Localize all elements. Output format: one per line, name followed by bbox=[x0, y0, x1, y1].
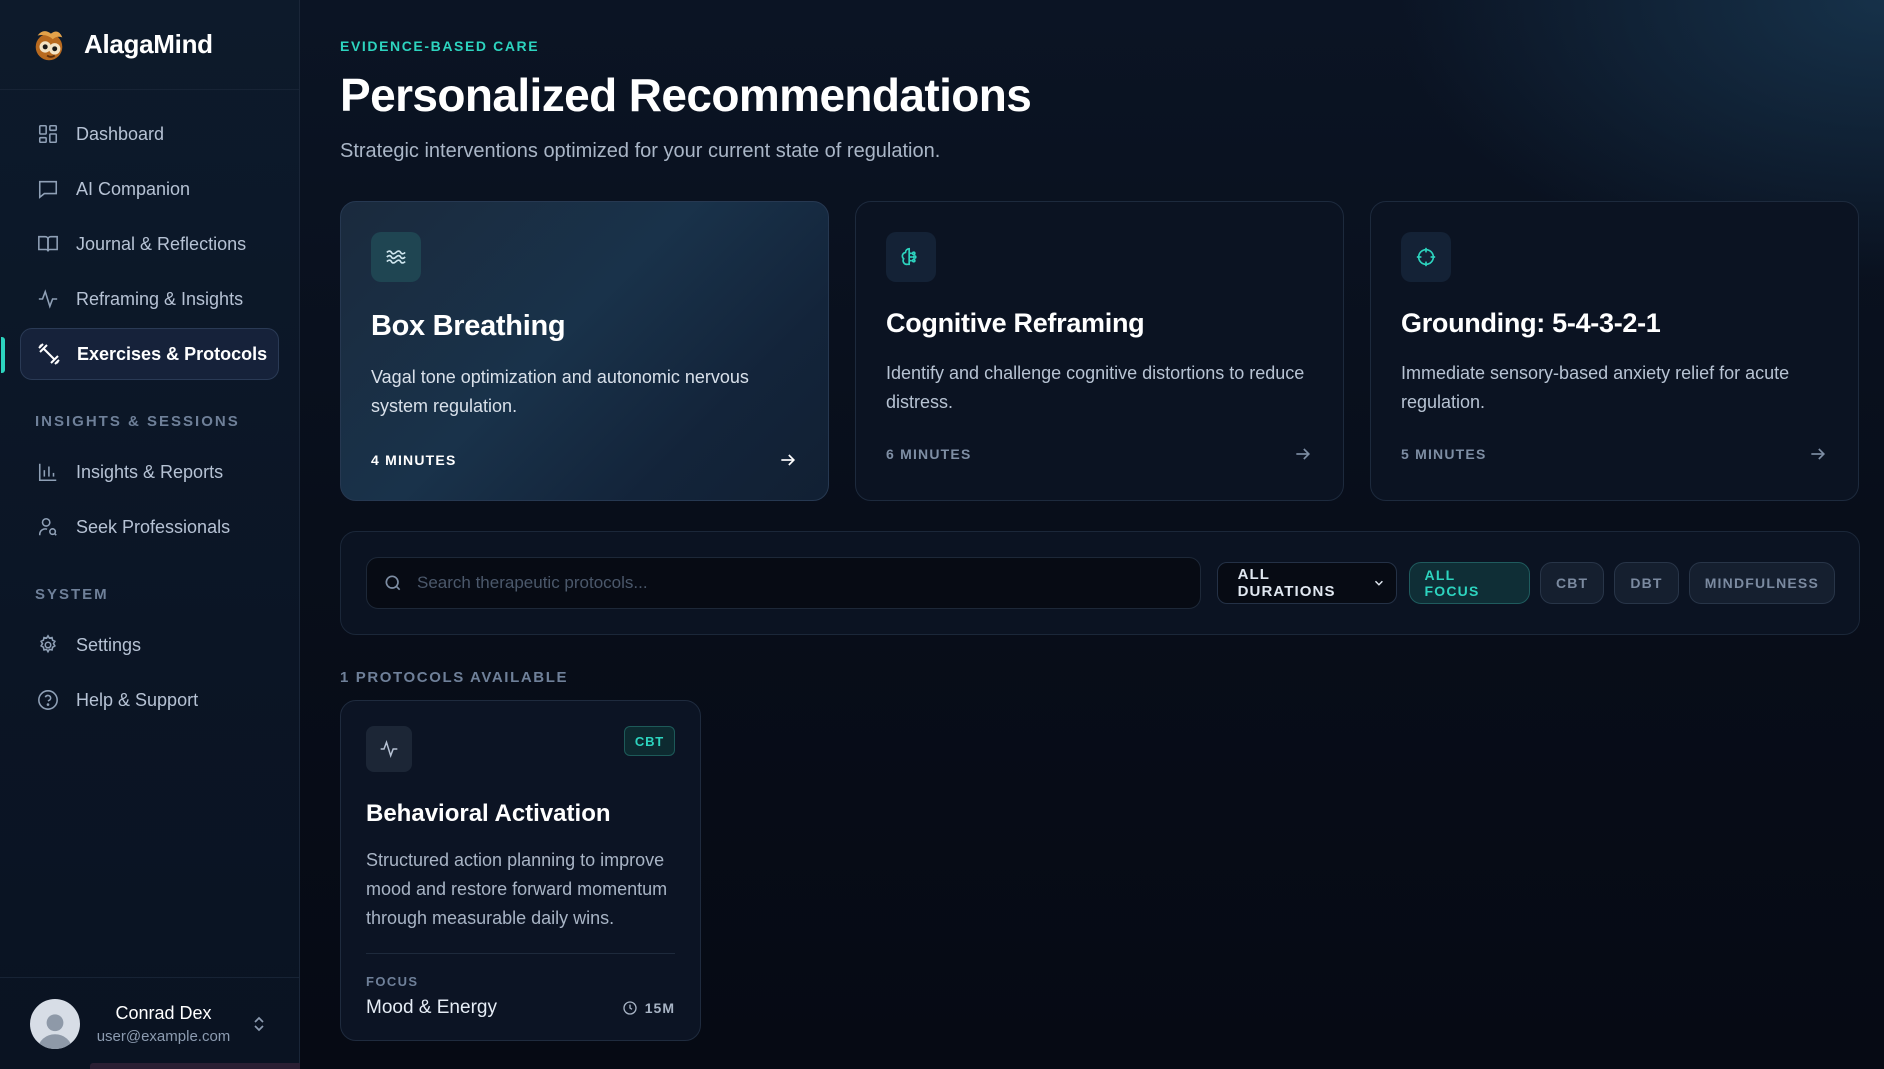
section-insights-heading: INSIGHTS & SESSIONS bbox=[35, 413, 240, 430]
sidebar-item-ai-companion[interactable]: AI Companion bbox=[20, 163, 279, 215]
user-search-icon bbox=[36, 515, 60, 539]
sidebar-item-label: Help & Support bbox=[76, 689, 199, 710]
sidebar-item-label: Exercises & Protocols bbox=[77, 343, 268, 364]
crosshair-icon bbox=[1401, 232, 1451, 282]
sidebar-item-seek-professionals[interactable]: Seek Professionals bbox=[20, 501, 279, 553]
sidebar-item-journal[interactable]: Journal & Reflections bbox=[20, 218, 279, 270]
search-input[interactable] bbox=[417, 573, 1197, 593]
sidebar-item-help[interactable]: Help & Support bbox=[20, 674, 279, 726]
user-name: Conrad Dex bbox=[115, 1002, 212, 1023]
recommendation-title: Box Breathing bbox=[371, 310, 566, 342]
brain-icon bbox=[886, 232, 936, 282]
waves-icon bbox=[371, 232, 421, 282]
dumbbell-icon bbox=[37, 342, 61, 366]
sidebar-item-label: Settings bbox=[76, 634, 142, 655]
recommendations-row: Box Breathing Vagal tone optimization an… bbox=[340, 201, 1860, 501]
recommendation-description: Vagal tone optimization and autonomic ne… bbox=[371, 367, 749, 416]
sidebar-item-label: Journal & Reflections bbox=[76, 233, 247, 254]
chevron-up-down-icon[interactable] bbox=[251, 1014, 267, 1034]
sidebar-item-label: Insights & Reports bbox=[76, 461, 224, 482]
recommendation-description: Identify and challenge cognitive distort… bbox=[886, 363, 1305, 412]
sidebar-item-exercises[interactable]: Exercises & Protocols bbox=[1, 328, 279, 380]
recommendation-card-grounding[interactable]: Grounding: 5-4-3-2-1 Immediate sensory-b… bbox=[1370, 201, 1859, 501]
search-box[interactable] bbox=[366, 557, 1201, 609]
protocol-time-value: 15M bbox=[644, 1000, 675, 1016]
search-icon bbox=[385, 575, 401, 591]
filter-chip-cbt[interactable]: CBT bbox=[1539, 562, 1605, 604]
chevron-down-icon bbox=[1374, 580, 1383, 586]
sidebar-item-label: Seek Professionals bbox=[76, 516, 231, 537]
gear-icon bbox=[36, 633, 60, 657]
recommendation-title: Grounding: 5-4-3-2-1 bbox=[1401, 308, 1661, 338]
open-book-icon bbox=[36, 232, 60, 256]
recommendation-duration: 4 MINUTES bbox=[371, 452, 457, 468]
divider bbox=[366, 953, 675, 954]
arrow-right-icon[interactable] bbox=[778, 450, 798, 470]
user-info: Conrad Dex user@example.com bbox=[96, 1003, 231, 1045]
sidebar-item-settings[interactable]: Settings bbox=[20, 619, 279, 671]
user-profile[interactable]: Conrad Dex user@example.com bbox=[0, 977, 299, 1069]
filter-chip-dbt[interactable]: DBT bbox=[1614, 562, 1679, 604]
arrow-right-icon[interactable] bbox=[1293, 444, 1313, 464]
sidebar-item-insights-reports[interactable]: Insights & Reports bbox=[20, 446, 279, 498]
sidebar-item-dashboard[interactable]: Dashboard bbox=[20, 108, 279, 160]
recommendation-footer: 5 MINUTES bbox=[1401, 444, 1828, 464]
duration-select-value: ALL DURATIONS bbox=[1237, 566, 1336, 600]
protocol-title: Behavioral Activation bbox=[366, 800, 611, 827]
help-circle-icon bbox=[36, 688, 60, 712]
protocol-description: Structured action planning to improve mo… bbox=[366, 850, 668, 928]
main-content: EVIDENCE-BASED CARE Personalized Recomme… bbox=[300, 0, 1884, 1069]
active-indicator bbox=[1, 337, 5, 373]
chat-bubble-icon bbox=[36, 177, 60, 201]
clock-icon bbox=[623, 1001, 637, 1015]
user-silhouette-icon bbox=[38, 1013, 72, 1049]
recommendation-footer: 6 MINUTES bbox=[886, 444, 1313, 464]
activity-pulse-icon bbox=[366, 726, 412, 772]
protocol-card-behavioral-activation[interactable]: CBT Behavioral Activation Structured act… bbox=[340, 700, 701, 1041]
recommendation-duration: 5 MINUTES bbox=[1401, 446, 1487, 462]
sidebar-nav: Dashboard AI Companion Journal & Reflect… bbox=[0, 90, 299, 726]
user-email: user@example.com bbox=[96, 1027, 231, 1045]
recommendation-card-box-breathing[interactable]: Box Breathing Vagal tone optimization an… bbox=[340, 201, 829, 501]
recommendation-title: Cognitive Reframing bbox=[886, 308, 1145, 338]
protocol-focus: Mood & Energy bbox=[366, 997, 497, 1018]
arrow-right-icon[interactable] bbox=[1808, 444, 1828, 464]
recommendation-duration: 6 MINUTES bbox=[886, 446, 972, 462]
protocol-focus-label: FOCUS bbox=[366, 974, 419, 989]
filter-chip-all-focus[interactable]: ALL FOCUS bbox=[1408, 562, 1530, 604]
activity-pulse-icon bbox=[36, 287, 60, 311]
brand-name: AlagaMind bbox=[84, 29, 213, 59]
app-root: AlagaMind Dashboard AI Companion Journal… bbox=[0, 0, 1884, 1069]
protocol-footer: Mood & Energy 15M bbox=[366, 997, 675, 1019]
protocol-badge: CBT bbox=[623, 726, 675, 756]
page-eyebrow: EVIDENCE-BASED CARE bbox=[340, 38, 540, 54]
section-system-heading: SYSTEM bbox=[35, 586, 109, 603]
recommendation-footer: 4 MINUTES bbox=[371, 450, 798, 470]
dashboard-grid-icon bbox=[36, 122, 60, 146]
sidebar-item-label: AI Companion bbox=[76, 178, 191, 199]
recommendation-description: Immediate sensory-based anxiety relief f… bbox=[1401, 363, 1790, 412]
protocol-time: 15M bbox=[622, 1000, 675, 1016]
bar-chart-icon bbox=[36, 460, 60, 484]
brand[interactable]: AlagaMind bbox=[0, 0, 299, 90]
filter-bar: ALL DURATIONS ALL FOCUS CBT DBT MINDFULN… bbox=[340, 531, 1860, 635]
filter-chip-mindfulness[interactable]: MINDFULNESS bbox=[1688, 562, 1835, 604]
page-subtitle: Strategic interventions optimized for yo… bbox=[340, 140, 941, 162]
sidebar-item-reframing[interactable]: Reframing & Insights bbox=[20, 273, 279, 325]
avatar bbox=[30, 998, 80, 1049]
recommendation-card-cognitive-reframing[interactable]: Cognitive Reframing Identify and challen… bbox=[855, 201, 1344, 501]
brand-logo-icon bbox=[35, 30, 63, 60]
protocols-count: 1 PROTOCOLS AVAILABLE bbox=[340, 669, 569, 686]
page-title: Personalized Recommendations bbox=[340, 69, 1032, 121]
sidebar: AlagaMind Dashboard AI Companion Journal… bbox=[0, 0, 362, 1069]
duration-select[interactable]: ALL DURATIONS bbox=[1216, 562, 1397, 604]
sidebar-item-label: Dashboard bbox=[76, 123, 165, 144]
sidebar-item-label: Reframing & Insights bbox=[76, 288, 244, 309]
